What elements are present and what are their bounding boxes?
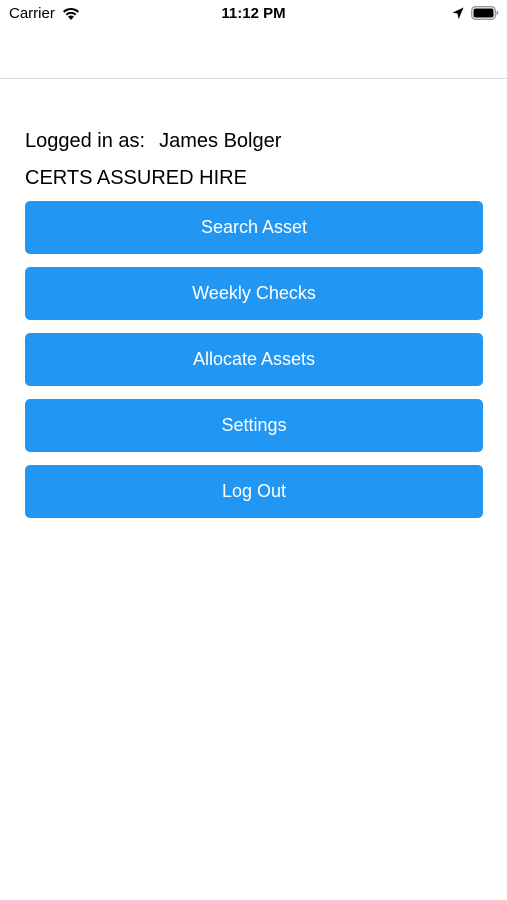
company-name: CERTS ASSURED HIRE <box>25 167 247 189</box>
location-arrow-icon <box>452 7 464 19</box>
status-time: 11:12 PM <box>221 5 286 22</box>
user-name: James Bolger <box>159 130 282 152</box>
main-menu: Search Asset Weekly Checks Allocate Asse… <box>25 201 483 518</box>
status-bar: Carrier 11:12 PM <box>0 0 507 28</box>
logged-in-row: Logged in as: James Bolger <box>25 128 483 154</box>
home-content: Logged in as: James Bolger CERTS ASSURED … <box>25 128 483 531</box>
search-asset-button[interactable]: Search Asset <box>25 201 483 254</box>
status-right-icons <box>452 6 499 20</box>
weekly-checks-button[interactable]: Weekly Checks <box>25 267 483 320</box>
logged-in-label: Logged in as: <box>25 130 146 152</box>
log-out-button[interactable]: Log Out <box>25 465 483 518</box>
navigation-bar <box>0 28 507 79</box>
settings-button[interactable]: Settings <box>25 399 483 452</box>
allocate-assets-button[interactable]: Allocate Assets <box>25 333 483 386</box>
battery-icon <box>471 6 499 20</box>
